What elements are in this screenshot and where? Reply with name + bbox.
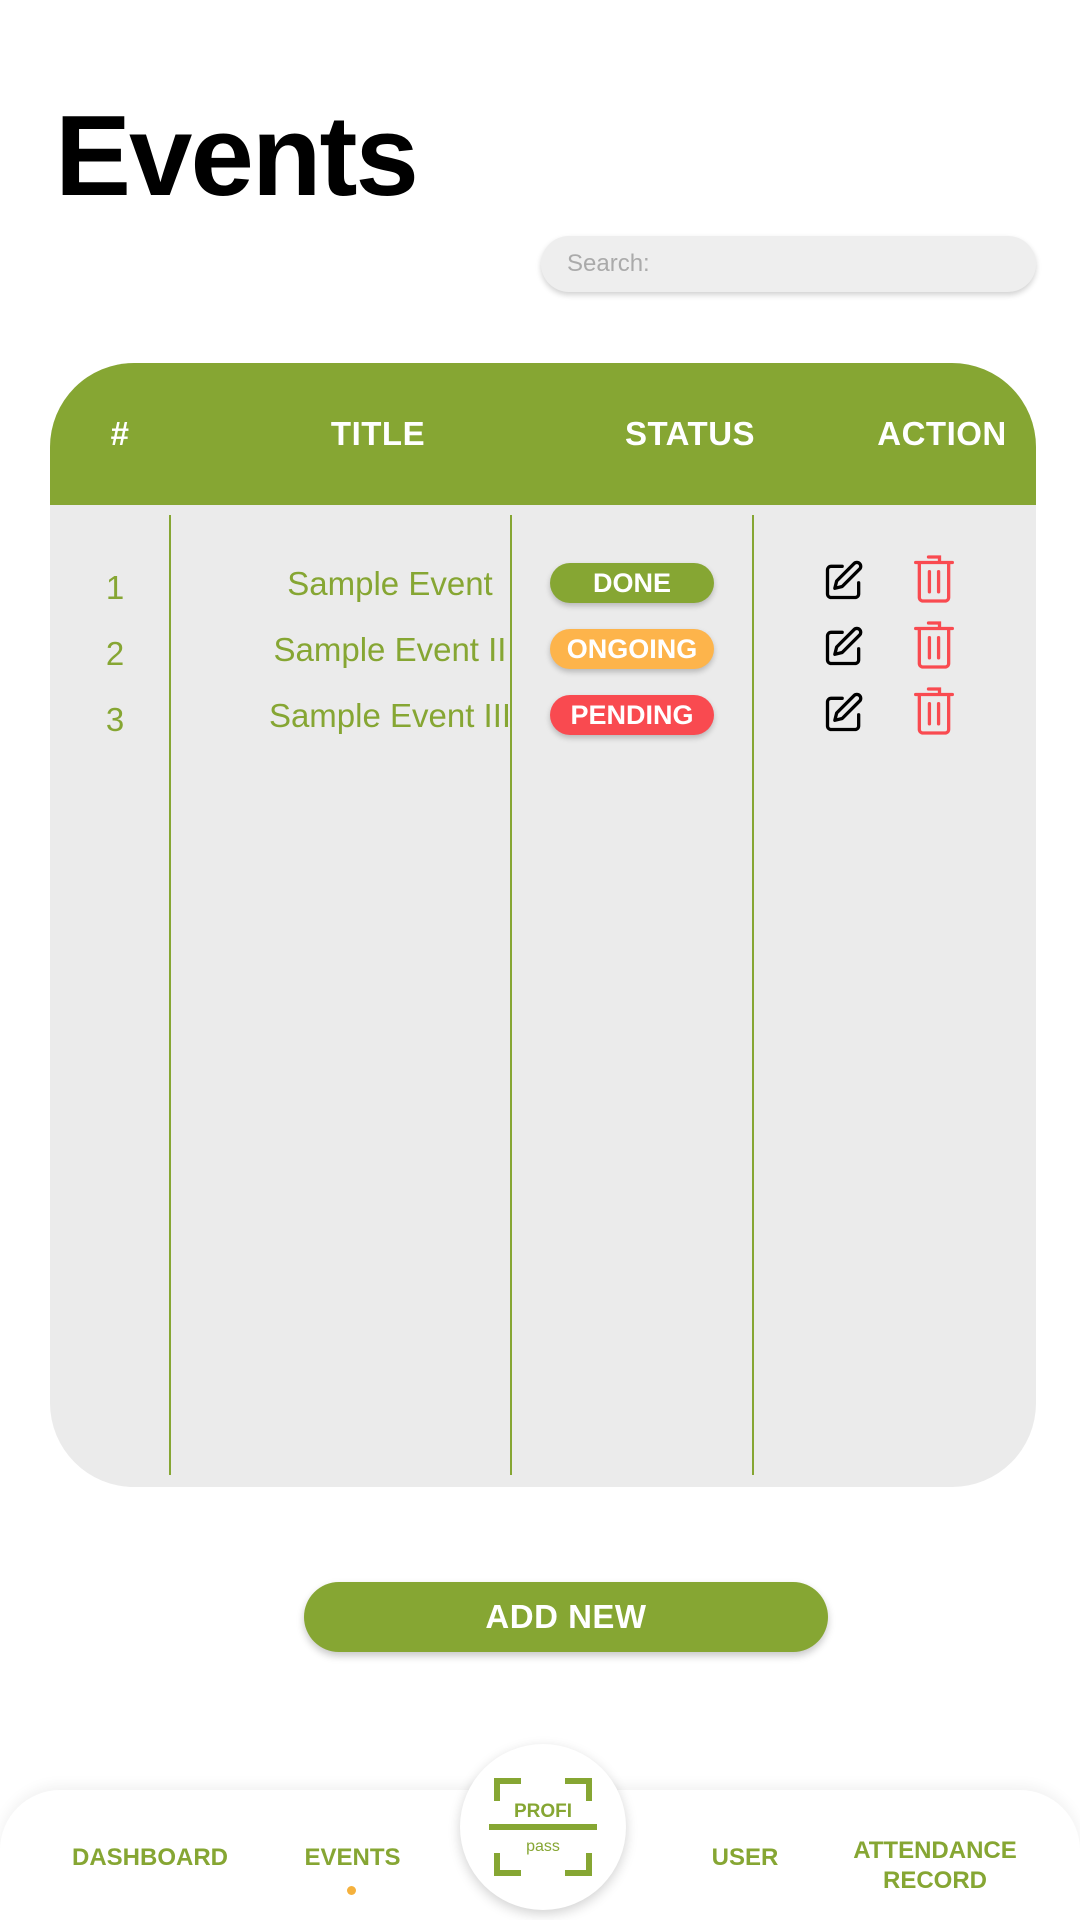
scan-logo-button[interactable]: PROFI pass — [460, 1744, 626, 1910]
page-title: Events — [55, 93, 419, 220]
row-number: 1 — [105, 569, 125, 606]
row-title: Sample Event III — [268, 697, 512, 734]
nav-item-events[interactable]: EVENTS — [285, 1843, 420, 1873]
nav-item-attendance-record[interactable]: ATTENDANCE RECORD — [840, 1836, 1030, 1896]
trash-icon[interactable] — [912, 553, 956, 605]
status-badge: DONE — [550, 563, 714, 603]
nav-item-user[interactable]: USER — [700, 1843, 790, 1873]
column-header-action: ACTION — [877, 415, 1007, 452]
trash-icon[interactable] — [912, 685, 956, 737]
logo-word-profi: PROFI — [514, 1801, 572, 1822]
column-header-title: TITLE — [330, 415, 426, 452]
logo-word-pass: pass — [526, 1838, 560, 1855]
edit-icon[interactable] — [822, 559, 866, 603]
nav-label-line: ATTENDANCE — [853, 1837, 1017, 1864]
row-title: Sample Event — [287, 565, 493, 602]
edit-icon[interactable] — [822, 625, 866, 669]
add-new-button[interactable]: ADD NEW — [304, 1582, 828, 1652]
status-badge: ONGOING — [550, 629, 714, 669]
table-row: 2 Sample Event II ONGOING — [50, 619, 1036, 679]
events-screen: Events # TITLE STATUS ACTION 1 Sample Ev… — [0, 0, 1080, 1920]
table-row: 3 Sample Event III PENDING — [50, 685, 1036, 745]
nav-label-line: RECORD — [882, 1867, 987, 1894]
row-number: 2 — [105, 635, 125, 672]
nav-item-dashboard[interactable]: DASHBOARD — [55, 1843, 245, 1873]
events-table: # TITLE STATUS ACTION 1 Sample Event DON… — [50, 363, 1036, 1487]
status-badge: PENDING — [550, 695, 714, 735]
trash-icon[interactable] — [912, 619, 956, 671]
profipass-logo: PROFI pass — [489, 1778, 597, 1876]
column-header-number: # — [110, 415, 130, 452]
table-header: # TITLE STATUS ACTION — [50, 363, 1036, 505]
search-input[interactable] — [541, 236, 1036, 292]
table-row: 1 Sample Event DONE — [50, 553, 1036, 613]
row-title: Sample Event II — [273, 631, 507, 668]
column-header-status: STATUS — [624, 415, 756, 452]
row-number: 3 — [105, 701, 125, 738]
edit-icon[interactable] — [822, 691, 866, 735]
active-indicator — [347, 1886, 356, 1895]
